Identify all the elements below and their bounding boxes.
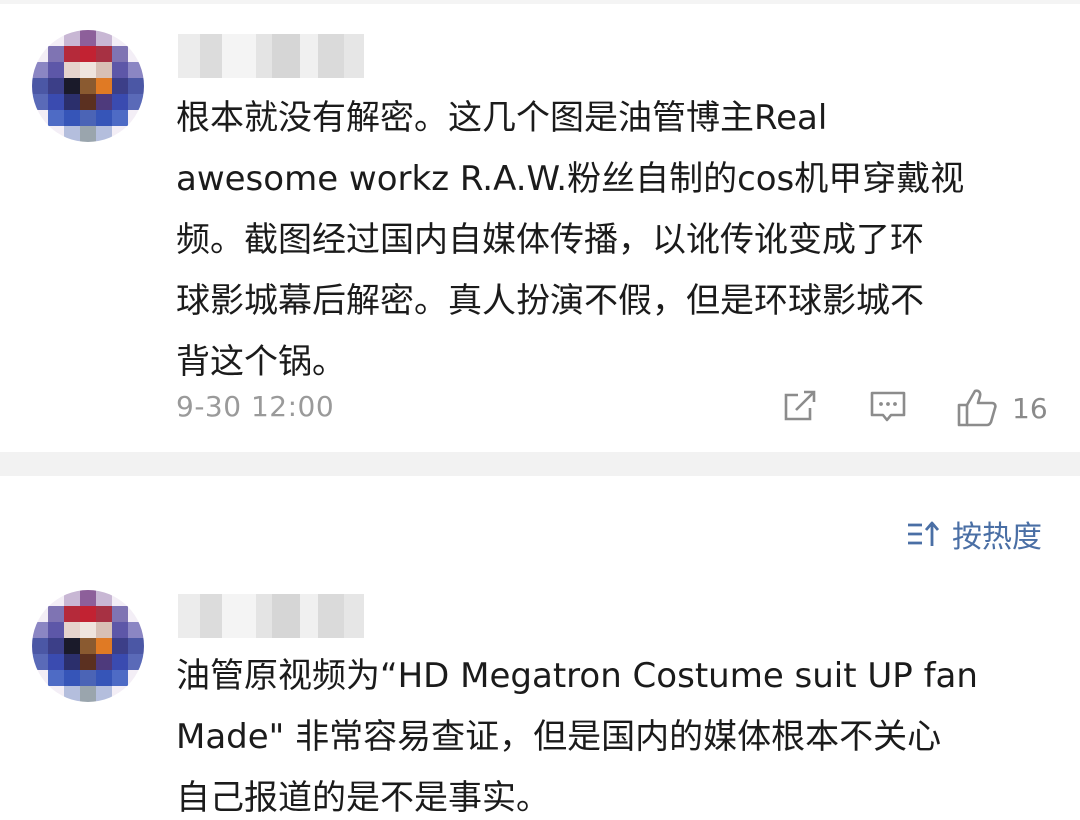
- comment-text: 油管原视频为“HD Megatron Costume suit UP fan M…: [176, 656, 978, 818]
- comment-feed: 根本就没有解密。这几个图是油管博主Real awesome workz R.A.…: [0, 0, 1080, 820]
- username-blurred[interactable]: [178, 34, 364, 78]
- comment-text: 根本就没有解密。这几个图是油管博主Real awesome workz R.A.…: [176, 98, 965, 382]
- top-divider: [0, 0, 1080, 4]
- sort-by-popularity-button[interactable]: 按热度: [906, 512, 1042, 556]
- reply-button[interactable]: [869, 388, 907, 426]
- sort-label: 按热度: [952, 520, 1042, 555]
- comment-icon: [870, 391, 906, 422]
- thumbs-up-icon: [957, 389, 997, 427]
- avatar[interactable]: [32, 590, 144, 702]
- section-divider: [0, 452, 1080, 476]
- like-button[interactable]: 16: [956, 388, 1048, 428]
- timestamp: 9-30 12:00: [176, 390, 335, 423]
- avatar[interactable]: [32, 30, 144, 142]
- username-blurred[interactable]: [178, 594, 364, 638]
- sort-icon: [908, 521, 940, 546]
- share-button[interactable]: [782, 388, 818, 424]
- like-count: 16: [1012, 391, 1048, 425]
- comment-meta: 9-30 12:00 16: [176, 388, 1048, 430]
- share-icon: [784, 390, 816, 421]
